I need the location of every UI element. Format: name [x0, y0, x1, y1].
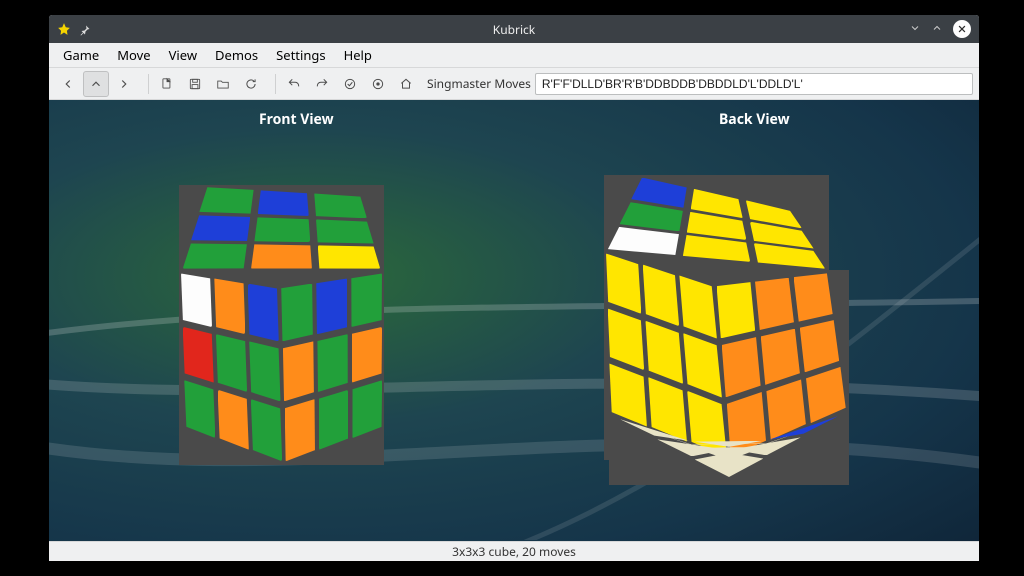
cube-facet[interactable]: [352, 327, 382, 383]
pin-icon[interactable]: [79, 22, 93, 36]
titlebar: Kubrick: [49, 15, 979, 43]
close-icon[interactable]: [953, 20, 971, 38]
cube-facet[interactable]: [214, 278, 245, 334]
app-window: Kubrick Game Move View Demos Settings He…: [49, 15, 979, 561]
cube-facet[interactable]: [254, 217, 310, 242]
singmaster-label: Singmaster Moves: [427, 75, 531, 92]
menu-settings[interactable]: Settings: [268, 43, 333, 67]
cube-facet[interactable]: [318, 245, 381, 268]
undo-button[interactable]: [281, 71, 307, 97]
status-bar: 3x3x3 cube, 20 moves: [49, 541, 979, 561]
cube-facet[interactable]: [258, 190, 309, 216]
status-text: 3x3x3 cube, 20 moves: [452, 543, 576, 560]
cube-facet[interactable]: [181, 273, 212, 327]
nav-forward-button[interactable]: [111, 71, 137, 97]
cube-back[interactable]: [579, 175, 580, 176]
cube-facet[interactable]: [183, 243, 247, 268]
home-button[interactable]: [393, 71, 419, 97]
cube-facet[interactable]: [283, 341, 314, 401]
window-controls: [909, 20, 971, 38]
cube-facet[interactable]: [281, 284, 313, 342]
cube-facet[interactable]: [316, 278, 347, 334]
cube-facet[interactable]: [248, 284, 279, 342]
maximize-icon[interactable]: [931, 20, 943, 38]
front-view-label: Front View: [259, 110, 334, 129]
cube-facet[interactable]: [216, 334, 247, 392]
cube-facet[interactable]: [755, 278, 794, 330]
solve-button[interactable]: [365, 71, 391, 97]
nav-back-button[interactable]: [55, 71, 81, 97]
menu-view[interactable]: View: [161, 43, 205, 67]
back-view-label: Back View: [719, 110, 790, 129]
cube-facet[interactable]: [251, 244, 312, 268]
restart-button[interactable]: [238, 71, 264, 97]
cube-facet[interactable]: [351, 273, 382, 327]
cube-facet[interactable]: [249, 341, 280, 401]
cube-facet[interactable]: [717, 282, 756, 338]
menu-help[interactable]: Help: [336, 43, 380, 67]
menu-game[interactable]: Game: [55, 43, 107, 67]
hint-button[interactable]: [337, 71, 363, 97]
cube-facet[interactable]: [199, 187, 253, 213]
cube-facet[interactable]: [316, 219, 374, 243]
toolbar: Singmaster Moves: [49, 68, 979, 100]
menu-demos[interactable]: Demos: [207, 43, 266, 67]
cube-facet[interactable]: [794, 273, 833, 321]
open-button[interactable]: [210, 71, 236, 97]
app-icon: [57, 22, 71, 36]
new-game-button[interactable]: [154, 71, 180, 97]
game-viewport[interactable]: Front View Back View: [49, 100, 979, 541]
cube-front[interactable]: [149, 185, 150, 186]
menu-move[interactable]: Move: [109, 43, 158, 67]
cube-facet[interactable]: [191, 215, 250, 241]
nav-up-button[interactable]: [83, 71, 109, 97]
save-button[interactable]: [182, 71, 208, 97]
cube-facet[interactable]: [314, 193, 367, 218]
cube-facet[interactable]: [183, 327, 214, 383]
window-title: Kubrick: [49, 21, 979, 38]
singmaster-input[interactable]: [535, 73, 973, 95]
cube-facet[interactable]: [317, 334, 347, 392]
redo-button[interactable]: [309, 71, 335, 97]
menubar: Game Move View Demos Settings Help: [49, 43, 979, 68]
minimize-icon[interactable]: [909, 20, 921, 38]
